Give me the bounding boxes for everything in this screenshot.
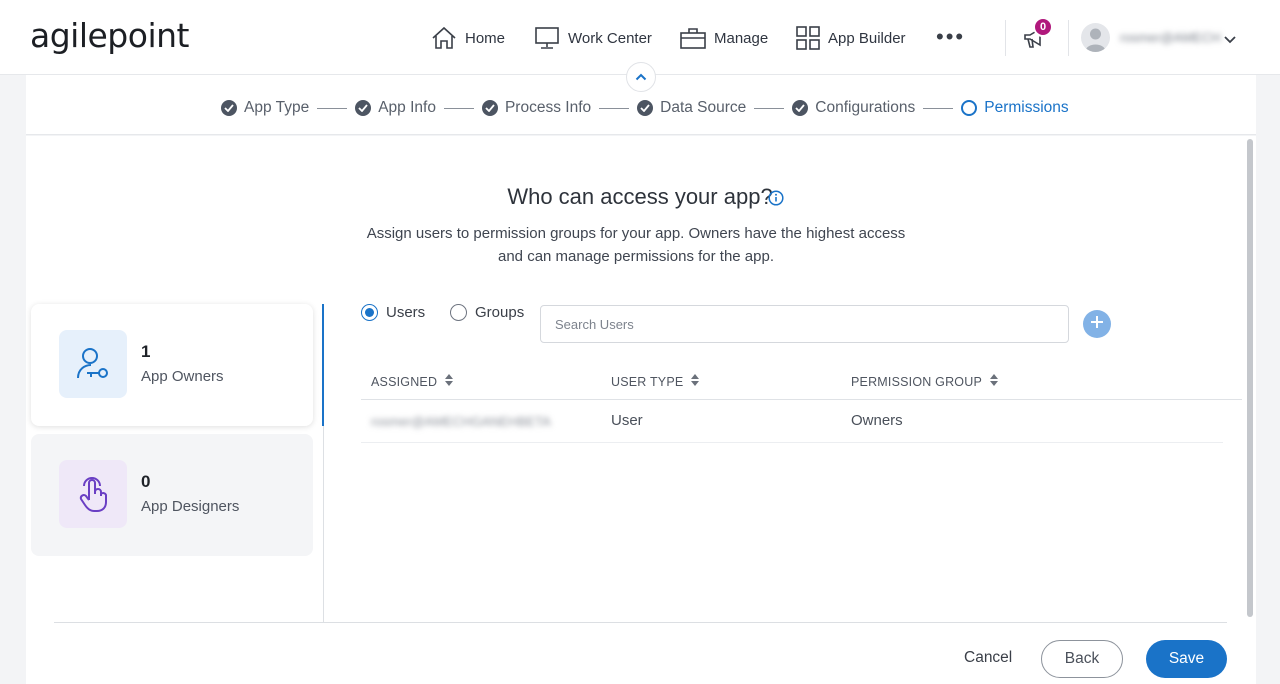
group-name: App Designers	[141, 498, 240, 515]
divider	[1068, 20, 1069, 56]
step-configurations[interactable]: Configurations	[792, 99, 915, 117]
table-row-divider	[361, 442, 1223, 443]
user-key-icon	[59, 330, 127, 398]
step-label: App Info	[378, 99, 436, 116]
more-menu-icon[interactable]: •••	[936, 26, 965, 48]
groups-radio[interactable]: Groups	[450, 304, 524, 321]
column-header-user-type[interactable]: USER TYPE	[611, 374, 700, 389]
sort-icon	[990, 374, 998, 389]
cell-permission-group: Owners	[851, 412, 903, 429]
check-circle-icon	[481, 100, 498, 116]
page-subtitle: Assign users to permission groups for yo…	[366, 225, 906, 265]
group-app-owners[interactable]: 1 App Owners	[31, 304, 313, 426]
group-app-designers[interactable]: 0 App Designers	[31, 434, 313, 556]
page-title: Who can access your app?	[507, 184, 773, 209]
add-user-button[interactable]	[1083, 310, 1111, 338]
step-app-type[interactable]: App Type	[221, 99, 309, 117]
selected-group-indicator	[322, 304, 324, 426]
step-label: Permissions	[984, 99, 1069, 116]
table-header-divider	[361, 399, 1242, 400]
column-header-label: PERMISSION GROUP	[851, 374, 982, 389]
avatar[interactable]	[1081, 23, 1110, 52]
step-label: Data Source	[660, 99, 747, 116]
step-permissions[interactable]: Permissions	[961, 99, 1069, 117]
briefcase-icon	[680, 26, 706, 50]
step-data-source[interactable]: Data Source	[637, 99, 746, 117]
nav-home-label: Home	[465, 29, 506, 47]
touch-hand-icon	[59, 460, 127, 528]
step-connector	[599, 107, 630, 109]
wizard-stepper: App Type App Info Process Info Data Sour…	[221, 99, 1069, 117]
group-name: App Owners	[141, 368, 224, 385]
nav-manage-label: Manage	[714, 29, 769, 47]
check-circle-icon	[792, 100, 809, 116]
cell-user-type: User	[611, 412, 643, 429]
home-icon	[431, 26, 457, 50]
group-count: 1	[141, 342, 151, 361]
plus-icon	[1090, 315, 1104, 334]
nav-home[interactable]: Home	[431, 24, 505, 52]
sort-icon	[445, 374, 454, 389]
back-button[interactable]: Back	[1041, 640, 1123, 678]
nav-work-center-label: Work Center	[568, 29, 652, 47]
check-circle-icon	[637, 100, 654, 116]
nav-app-builder-label: App Builder	[828, 29, 906, 47]
nav-app-builder[interactable]: App Builder	[796, 24, 906, 52]
panel-divider	[323, 426, 324, 622]
users-radio[interactable]: Users	[361, 304, 425, 321]
step-connector	[754, 107, 785, 109]
step-label: App Type	[244, 99, 310, 116]
collapse-stepper-button[interactable]	[626, 62, 656, 92]
page-title-row: Who can access your app?	[0, 184, 1280, 210]
groups-radio-label: Groups	[475, 304, 525, 321]
check-circle-icon	[355, 100, 372, 116]
users-radio-label: Users	[386, 304, 426, 321]
save-button[interactable]: Save	[1146, 640, 1227, 678]
column-header-assigned[interactable]: ASSIGNED	[371, 374, 454, 389]
chevron-up-icon	[635, 68, 647, 86]
cancel-button[interactable]: Cancel	[964, 649, 1012, 667]
chevron-down-icon[interactable]	[1223, 32, 1237, 50]
check-circle-icon	[221, 100, 237, 116]
step-connector	[443, 107, 474, 109]
step-process-info[interactable]: Process Info	[481, 99, 592, 117]
cell-assigned: rosmer@AMECHGANEHBETA	[371, 414, 551, 429]
open-circle-icon	[961, 100, 978, 116]
agilepoint-logo[interactable]: agilepoint	[30, 16, 189, 55]
column-header-label: USER TYPE	[611, 374, 684, 389]
step-connector	[923, 107, 954, 109]
divider	[1005, 20, 1006, 56]
step-app-info[interactable]: App Info	[355, 99, 436, 117]
monitor-icon	[534, 26, 560, 50]
sort-icon	[691, 374, 700, 389]
step-label: Configurations	[815, 99, 916, 116]
nav-manage[interactable]: Manage	[680, 24, 768, 52]
radio-selected-icon	[361, 304, 378, 321]
footer-divider	[54, 622, 1227, 623]
user-name[interactable]: rosmer@AMECH	[1120, 30, 1221, 45]
grid-icon	[796, 26, 820, 50]
info-icon[interactable]	[768, 190, 784, 211]
column-header-label: ASSIGNED	[371, 374, 438, 389]
notification-badge: 0	[1033, 17, 1053, 37]
search-users-input[interactable]	[540, 305, 1069, 343]
column-header-permission-group[interactable]: PERMISSION GROUP	[851, 374, 998, 389]
step-connector	[317, 107, 348, 109]
group-count: 0	[141, 472, 151, 491]
nav-work-center[interactable]: Work Center	[534, 24, 652, 52]
scrollbar-thumb[interactable]	[1247, 139, 1253, 617]
radio-unselected-icon	[450, 304, 467, 321]
step-label: Process Info	[504, 99, 592, 116]
